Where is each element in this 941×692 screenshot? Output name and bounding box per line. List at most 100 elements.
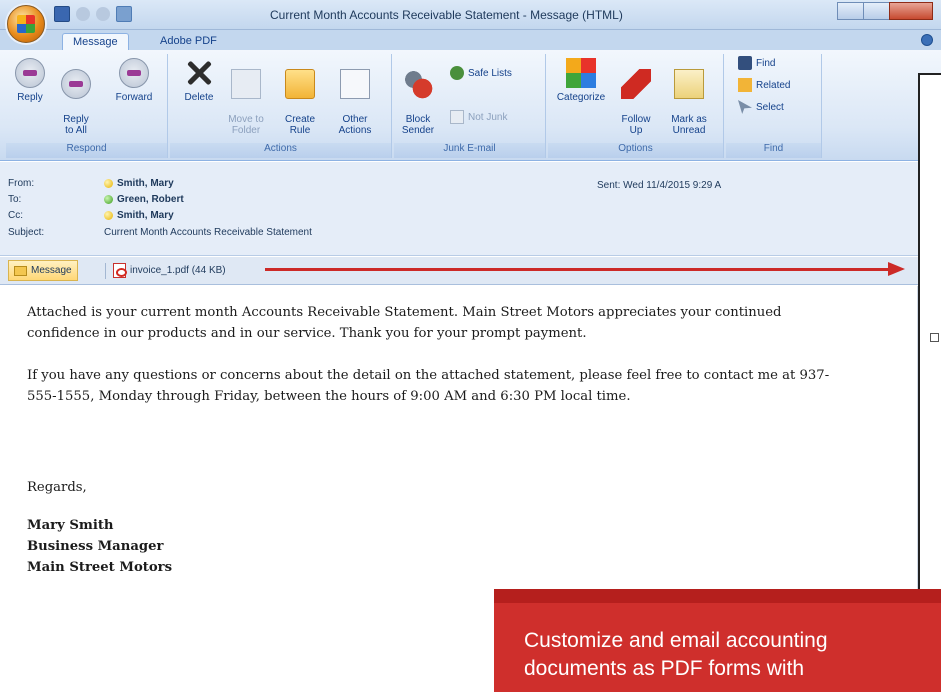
signature-name: Mary Smith bbox=[27, 518, 114, 533]
other-actions-icon bbox=[340, 69, 370, 99]
forward-icon bbox=[119, 58, 149, 88]
body-line: 555-1555, Monday through Friday, between… bbox=[27, 389, 631, 404]
create-rule-button[interactable]: Create Rule bbox=[278, 58, 322, 136]
mark-as-unread-button[interactable]: Mark as Unread bbox=[664, 58, 714, 136]
signature-company: Main Street Motors bbox=[27, 560, 173, 575]
from-name: Smith, Mary bbox=[117, 178, 174, 189]
mark-as-unread-label: Mark as Unread bbox=[671, 114, 707, 136]
categorize-button[interactable]: Categorize bbox=[552, 58, 610, 103]
from-value[interactable]: Smith, Mary bbox=[104, 178, 174, 189]
cc-label: Cc: bbox=[8, 210, 23, 221]
delete-label: Delete bbox=[184, 92, 214, 103]
callout-line: Customize and email accounting bbox=[524, 629, 828, 652]
body-line: If you have any questions or concerns ab… bbox=[27, 368, 830, 383]
block-sender-label: Block Sender bbox=[401, 114, 435, 136]
move-to-folder-button[interactable]: Move to Folder bbox=[224, 58, 268, 136]
message-tab-label: Message bbox=[31, 265, 72, 276]
window-title: Current Month Accounts Receivable Statem… bbox=[270, 8, 623, 22]
delete-icon bbox=[184, 58, 214, 88]
select-label: Select bbox=[756, 101, 784, 113]
maximize-icon[interactable] bbox=[863, 2, 890, 20]
to-label: To: bbox=[8, 194, 22, 205]
respond-group-label: Respond bbox=[6, 143, 167, 158]
cursor-icon bbox=[738, 100, 752, 114]
block-sender-button[interactable]: Block Sender bbox=[398, 58, 438, 136]
not-junk-icon bbox=[450, 110, 464, 124]
ribbon: Reply Reply to All Forward Respond Delet… bbox=[0, 50, 941, 161]
follow-up-button[interactable]: Follow Up bbox=[614, 58, 658, 136]
options-group: Categorize Follow Up Mark as Unread Opti… bbox=[548, 54, 724, 158]
tab-adobe-pdf[interactable]: Adobe PDF bbox=[150, 33, 227, 50]
reply-all-icon bbox=[61, 69, 91, 99]
redo-icon[interactable] bbox=[96, 7, 110, 21]
office-button[interactable] bbox=[7, 5, 45, 43]
annotation-arrow bbox=[265, 268, 893, 271]
safe-lists-icon bbox=[450, 66, 464, 80]
attachment-separator bbox=[105, 263, 106, 279]
find-group-label: Find bbox=[726, 143, 821, 158]
pdf-icon bbox=[113, 263, 127, 278]
body-line: Attached is your current month Accounts … bbox=[27, 305, 782, 320]
subject-value: Current Month Accounts Receivable Statem… bbox=[104, 227, 312, 238]
block-sender-icon bbox=[403, 69, 433, 99]
forward-button[interactable]: Forward bbox=[106, 58, 162, 103]
create-rule-label: Create Rule bbox=[284, 114, 315, 136]
categorize-label: Categorize bbox=[556, 92, 606, 103]
paragraph-1: Attached is your current month Accounts … bbox=[27, 302, 781, 344]
mark-unread-icon bbox=[674, 69, 704, 99]
cc-row: Cc: Smith, Mary bbox=[8, 210, 174, 221]
envelope-icon bbox=[14, 265, 27, 276]
window-controls bbox=[837, 2, 933, 20]
safe-lists-button[interactable]: Safe Lists bbox=[450, 66, 512, 80]
signature: Mary Smith Business Manager Main Street … bbox=[27, 515, 172, 578]
forward-label: Forward bbox=[115, 92, 153, 103]
presence-icon bbox=[104, 195, 113, 204]
body-line: confidence in our products and in our se… bbox=[27, 326, 587, 341]
to-value[interactable]: Green, Robert bbox=[104, 194, 184, 205]
checkbox[interactable] bbox=[930, 333, 939, 342]
tab-message[interactable]: Message bbox=[62, 33, 129, 50]
undo-icon[interactable] bbox=[76, 7, 90, 21]
presence-icon bbox=[104, 179, 113, 188]
junk-email-group: Block Sender Safe Lists Not Junk Junk E-… bbox=[394, 54, 546, 158]
paragraph-2: If you have any questions or concerns ab… bbox=[27, 365, 829, 407]
regards: Regards, bbox=[27, 480, 87, 495]
from-row: From: Smith, Mary bbox=[8, 178, 174, 189]
move-to-folder-label: Move to Folder bbox=[228, 114, 264, 136]
presence-icon bbox=[104, 211, 113, 220]
close-icon[interactable] bbox=[889, 2, 933, 20]
related-button[interactable]: Related bbox=[738, 78, 790, 92]
from-label: From: bbox=[8, 178, 35, 189]
reply-button[interactable]: Reply bbox=[10, 58, 50, 103]
subject-row: Subject: Current Month Accounts Receivab… bbox=[8, 227, 312, 238]
reply-all-label: Reply to All bbox=[63, 114, 89, 136]
other-actions-button[interactable]: Other Actions bbox=[330, 58, 380, 136]
delete-button[interactable]: Delete bbox=[178, 58, 220, 103]
message-header: From: Smith, Mary To: Green, Robert Cc: … bbox=[0, 162, 941, 256]
to-row: To: Green, Robert bbox=[8, 194, 184, 205]
attachment-item[interactable]: invoice_1.pdf (44 KB) bbox=[113, 260, 226, 281]
select-button[interactable]: Select bbox=[738, 100, 784, 114]
not-junk-label: Not Junk bbox=[468, 111, 508, 123]
not-junk-button[interactable]: Not Junk bbox=[450, 110, 507, 124]
arrow-head-icon bbox=[888, 262, 905, 276]
find-button[interactable]: Find bbox=[738, 56, 775, 70]
safe-lists-label: Safe Lists bbox=[468, 67, 512, 79]
title-bar: Current Month Accounts Receivable Statem… bbox=[0, 0, 941, 30]
respond-group: Reply Reply to All Forward Respond bbox=[6, 54, 168, 158]
flag-icon bbox=[621, 69, 651, 99]
cc-name: Smith, Mary bbox=[117, 210, 174, 221]
find-group: Find Related Select Find bbox=[726, 54, 822, 158]
print-icon[interactable] bbox=[116, 6, 132, 22]
message-tab[interactable]: Message bbox=[8, 260, 78, 281]
categorize-icon bbox=[566, 58, 596, 88]
help-icon[interactable] bbox=[921, 34, 933, 46]
create-rule-icon bbox=[285, 69, 315, 99]
reply-all-button[interactable]: Reply to All bbox=[54, 58, 98, 136]
minimize-icon[interactable] bbox=[837, 2, 864, 20]
reply-label: Reply bbox=[17, 92, 43, 103]
attachment-bar: Message invoice_1.pdf (44 KB) bbox=[0, 257, 941, 285]
save-icon[interactable] bbox=[54, 6, 70, 22]
cc-value[interactable]: Smith, Mary bbox=[104, 210, 174, 221]
follow-up-label: Follow Up bbox=[621, 114, 651, 136]
